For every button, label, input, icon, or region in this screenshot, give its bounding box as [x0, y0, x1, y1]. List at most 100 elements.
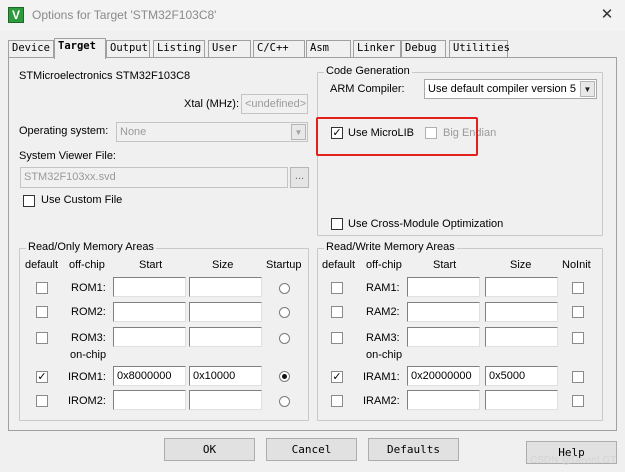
rom3-start-field[interactable]	[113, 327, 186, 347]
irom2-default-checkbox[interactable]	[36, 395, 48, 407]
ro-header-start: Start	[139, 259, 163, 271]
watermark: CSDN @DevinLGT	[530, 455, 617, 466]
arm-compiler-value: Use default compiler version 5	[428, 83, 576, 95]
use-custom-file-checkbox[interactable]	[23, 195, 35, 207]
use-custom-file-label: Use Custom File	[41, 194, 123, 206]
window-title: Options for Target 'STM32F103C8'	[32, 8, 217, 22]
ram3-size-field[interactable]	[485, 327, 558, 347]
rom1-size-field[interactable]	[189, 277, 262, 297]
irom2-start-field[interactable]	[113, 390, 186, 410]
rom3-size-field[interactable]	[189, 327, 262, 347]
ram1-label: RAM1:	[366, 282, 400, 294]
tab-target[interactable]: Target	[54, 38, 106, 59]
cross-module-optimization-label: Use Cross-Module Optimization	[348, 218, 504, 230]
rom2-default-checkbox[interactable]	[36, 306, 48, 318]
code-generation-title: Code Generation	[324, 65, 412, 77]
irom1-default-checkbox[interactable]: ✓	[36, 371, 48, 383]
tab-cpp[interactable]: C/C++	[253, 40, 305, 57]
tab-output[interactable]: Output	[106, 40, 150, 57]
ram3-label: RAM3:	[366, 332, 400, 344]
iram1-default-checkbox[interactable]: ✓	[331, 371, 343, 383]
chevron-down-icon: ▼	[291, 124, 306, 140]
os-select[interactable]: None ▼	[116, 122, 308, 142]
rw-header-default: default	[322, 259, 356, 271]
tab-debug[interactable]: Debug	[401, 40, 446, 57]
iram2-start-field[interactable]	[407, 390, 480, 410]
ram1-start-field[interactable]	[407, 277, 480, 297]
ro-onchip-label: on-chip	[70, 349, 107, 361]
rom3-label: ROM3:	[71, 332, 106, 344]
tab-listing[interactable]: Listing	[153, 40, 205, 57]
ram2-default-checkbox[interactable]	[331, 306, 343, 318]
iram2-label: IRAM2:	[363, 395, 400, 407]
ram1-size-field[interactable]	[485, 277, 558, 297]
arm-compiler-label: ARM Compiler:	[330, 83, 405, 95]
ram2-noinit-checkbox[interactable]	[572, 306, 584, 318]
rom3-default-checkbox[interactable]	[36, 332, 48, 344]
rw-header-offchip: off-chip	[366, 259, 402, 271]
ram2-size-field[interactable]	[485, 302, 558, 322]
irom1-start-field[interactable]: 0x8000000	[113, 366, 186, 386]
ro-header-size: Size	[212, 259, 234, 271]
rom1-start-field[interactable]	[113, 277, 186, 297]
rw-header-noinit: NoInit	[562, 259, 591, 271]
rom3-startup-radio[interactable]	[279, 333, 290, 344]
tab-user[interactable]: User	[208, 40, 251, 57]
iram1-start-field[interactable]: 0x20000000	[407, 366, 480, 386]
readwrite-memory-title: Read/Write Memory Areas	[324, 241, 457, 253]
irom1-size-field[interactable]: 0x10000	[189, 366, 262, 386]
rom2-label: ROM2:	[71, 306, 106, 318]
ro-header-default: default	[25, 259, 59, 271]
ram3-noinit-checkbox[interactable]	[572, 332, 584, 344]
tab-utilities[interactable]: Utilities	[449, 40, 510, 57]
microlib-highlight-box	[316, 117, 478, 156]
rom2-size-field[interactable]	[189, 302, 262, 322]
ok-button[interactable]: OK	[164, 438, 255, 461]
ram2-start-field[interactable]	[407, 302, 480, 322]
irom2-label: IROM2:	[68, 395, 106, 407]
irom1-startup-radio[interactable]	[279, 371, 290, 382]
irom1-label: IROM1:	[68, 371, 106, 383]
rom2-startup-radio[interactable]	[279, 307, 290, 318]
xtal-field[interactable]: <undefined>	[241, 94, 308, 114]
ram1-noinit-checkbox[interactable]	[572, 282, 584, 294]
iram2-size-field[interactable]	[485, 390, 558, 410]
os-select-value: None	[120, 126, 147, 138]
title-bar: V Options for Target 'STM32F103C8' ✕	[0, 0, 625, 31]
cancel-button[interactable]: Cancel	[266, 438, 357, 461]
arm-compiler-select[interactable]: Use default compiler version 5 ▼	[424, 79, 597, 99]
iram2-noinit-checkbox[interactable]	[572, 395, 584, 407]
cross-module-optimization-checkbox[interactable]	[331, 218, 343, 230]
iram2-default-checkbox[interactable]	[331, 395, 343, 407]
iram1-noinit-checkbox[interactable]	[572, 371, 584, 383]
ro-header-offchip: off-chip	[69, 259, 105, 271]
ro-header-startup: Startup	[266, 259, 302, 271]
rom1-label: ROM1:	[71, 282, 106, 294]
os-label: Operating system:	[19, 125, 109, 137]
readonly-memory-title: Read/Only Memory Areas	[26, 241, 156, 253]
iram1-label: IRAM1:	[363, 371, 400, 383]
rw-header-size: Size	[510, 259, 532, 271]
iram1-size-field[interactable]: 0x5000	[485, 366, 558, 386]
tab-asm[interactable]: Asm	[306, 40, 351, 57]
rom1-default-checkbox[interactable]	[36, 282, 48, 294]
ram1-default-checkbox[interactable]	[331, 282, 343, 294]
ram2-label: RAM2:	[366, 306, 400, 318]
rom2-start-field[interactable]	[113, 302, 186, 322]
svd-field[interactable]: STM32F103xx.svd	[20, 167, 288, 188]
keil-app-icon: V	[8, 7, 24, 23]
ram3-default-checkbox[interactable]	[331, 332, 343, 344]
defaults-button[interactable]: Defaults	[368, 438, 459, 461]
rw-header-start: Start	[433, 259, 457, 271]
ram3-start-field[interactable]	[407, 327, 480, 347]
rom1-startup-radio[interactable]	[279, 283, 290, 294]
irom2-startup-radio[interactable]	[279, 396, 290, 407]
close-button[interactable]: ✕	[595, 4, 619, 26]
xtal-label: Xtal (MHz):	[184, 98, 239, 110]
irom2-size-field[interactable]	[189, 390, 262, 410]
rw-onchip-label: on-chip	[366, 349, 403, 361]
tab-linker[interactable]: Linker	[353, 40, 401, 57]
tab-device[interactable]: Device	[8, 40, 54, 57]
svd-browse-button[interactable]: ...	[290, 167, 309, 188]
chevron-down-icon: ▼	[580, 81, 595, 97]
